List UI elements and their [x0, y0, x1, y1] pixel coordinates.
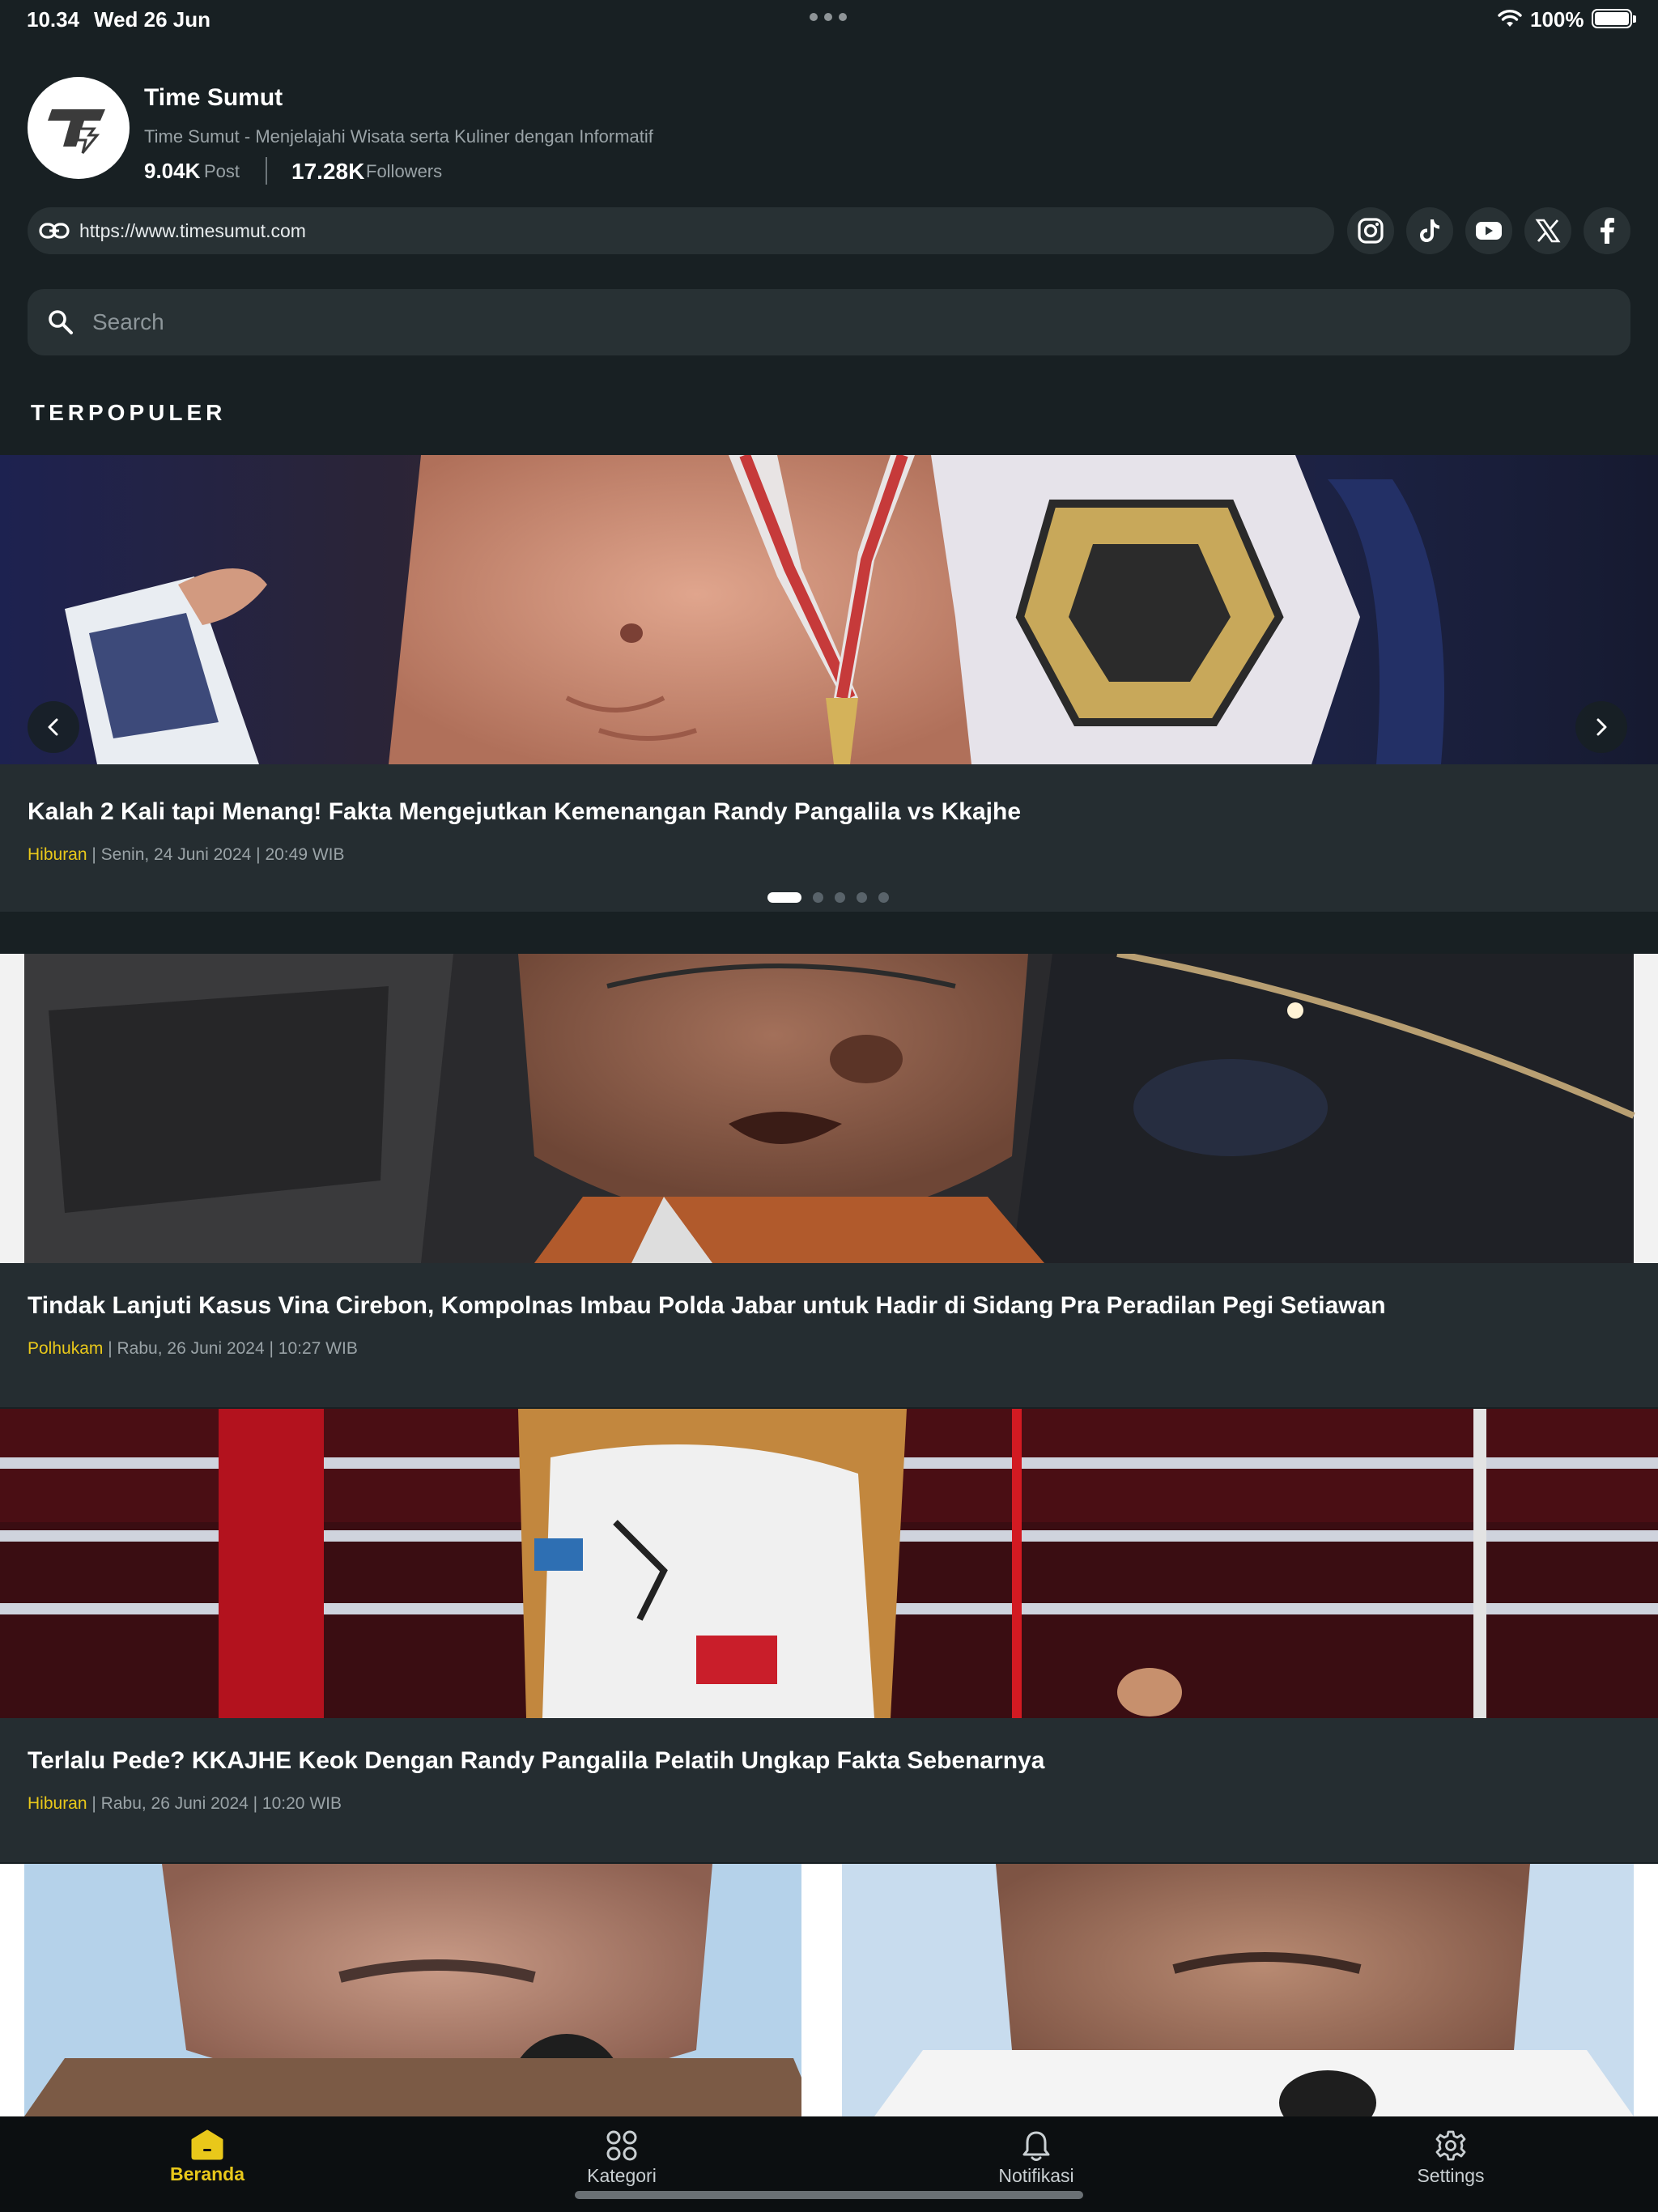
article-card[interactable]: Tindak Lanjuti Kasus Vina Cirebon, Kompo… — [0, 954, 1658, 1407]
tab-kategori[interactable]: Kategori — [541, 2129, 703, 2187]
home-indicator[interactable] — [575, 2191, 1083, 2199]
facebook-button[interactable] — [1584, 207, 1630, 254]
status-time: 10.34 — [27, 7, 80, 32]
channel-description: Time Sumut - Menjelajahi Wisata serta Ku… — [144, 126, 653, 147]
bell-icon — [1022, 2131, 1050, 2161]
carousel-dot[interactable] — [813, 892, 823, 903]
carousel-dot[interactable] — [835, 892, 845, 903]
home-icon — [191, 2129, 223, 2160]
article-category[interactable]: Polhukam — [28, 1339, 103, 1358]
channel-logo[interactable] — [28, 77, 130, 179]
article-image[interactable] — [0, 1409, 1658, 1718]
carousel-dot-active[interactable] — [767, 892, 801, 903]
instagram-button[interactable] — [1347, 207, 1394, 254]
status-date: Wed 26 Jun — [94, 7, 211, 32]
link-icon — [39, 223, 70, 239]
stats-divider — [266, 157, 267, 185]
instagram-icon — [1358, 218, 1384, 244]
featured-article-image[interactable] — [0, 455, 1658, 764]
section-title: TERPOPULER — [31, 400, 227, 425]
post-count: 9.04K — [144, 159, 201, 183]
carousel-prev-button[interactable] — [28, 701, 79, 753]
youtube-button[interactable] — [1465, 207, 1512, 254]
followers-count: 17.28K — [291, 159, 365, 184]
tab-notifikasi[interactable]: Notifikasi — [955, 2129, 1117, 2187]
article-category[interactable]: Hiburan — [28, 845, 87, 864]
article-title[interactable]: Tindak Lanjuti Kasus Vina Cirebon, Kompo… — [28, 1292, 1386, 1320]
tab-settings[interactable]: Settings — [1370, 2129, 1532, 2187]
chevron-left-icon — [48, 718, 58, 736]
featured-article-title[interactable]: Kalah 2 Kali tapi Menang! Fakta Mengejut… — [28, 798, 1021, 826]
website-link[interactable]: https://www.timesumut.com — [28, 207, 1334, 254]
article-title[interactable]: Terlalu Pede? KKAJHE Keok Dengan Randy P… — [28, 1747, 1044, 1775]
tab-label: Settings — [1417, 2165, 1485, 2186]
tab-beranda[interactable]: Beranda — [126, 2129, 288, 2185]
tab-label: Beranda — [169, 2163, 245, 2184]
status-bar: 10.34 Wed 26 Jun 100% — [0, 0, 1658, 39]
article-category[interactable]: Hiburan — [28, 1794, 87, 1813]
facebook-icon — [1601, 218, 1614, 244]
battery-icon — [1592, 9, 1636, 28]
category-grid-icon — [606, 2130, 637, 2161]
tab-label: Notifikasi — [998, 2165, 1074, 2186]
article-date: | Senin, 24 Juni 2024 | 20:49 WIB — [87, 845, 345, 864]
youtube-icon — [1476, 222, 1502, 240]
x-button[interactable] — [1524, 207, 1571, 254]
multitasking-dots-icon[interactable] — [810, 13, 848, 24]
article-image[interactable] — [0, 954, 1658, 1263]
website-url: https://www.timesumut.com — [79, 219, 306, 241]
tab-label: Kategori — [587, 2165, 657, 2186]
tiktok-icon — [1420, 219, 1439, 242]
gear-icon — [1435, 2130, 1466, 2161]
carousel-dot[interactable] — [857, 892, 867, 903]
article-meta: Polhukam | Rabu, 26 Juni 2024 | 10:27 WI… — [28, 1339, 358, 1359]
x-icon — [1535, 219, 1561, 243]
time-sumut-logo-icon — [48, 109, 105, 154]
followers-label: Followers — [366, 161, 443, 181]
featured-carousel[interactable]: Kalah 2 Kali tapi Menang! Fakta Mengejut… — [0, 455, 1658, 912]
article-meta: Hiburan | Rabu, 26 Juni 2024 | 10:20 WIB — [28, 1794, 342, 1814]
article-image[interactable] — [0, 1864, 1658, 2116]
search-input[interactable] — [92, 309, 1550, 335]
carousel-dot[interactable] — [878, 892, 889, 903]
channel-name: Time Sumut — [144, 84, 283, 111]
featured-article-meta: Hiburan | Senin, 24 Juni 2024 | 20:49 WI… — [28, 845, 345, 865]
search-icon — [49, 310, 73, 334]
carousel-next-button[interactable] — [1575, 701, 1627, 753]
chevron-right-icon — [1596, 718, 1607, 736]
search-bar[interactable] — [28, 289, 1630, 355]
article-card[interactable] — [0, 1864, 1658, 2116]
wifi-icon — [1498, 10, 1522, 27]
post-label: Post — [204, 161, 240, 181]
tiktok-button[interactable] — [1406, 207, 1453, 254]
article-date: | Rabu, 26 Juni 2024 | 10:27 WIB — [103, 1339, 358, 1358]
article-date: | Rabu, 26 Juni 2024 | 10:20 WIB — [87, 1794, 342, 1813]
battery-percentage: 100% — [1530, 7, 1584, 32]
carousel-pagination[interactable] — [767, 892, 889, 903]
article-card[interactable]: Terlalu Pede? KKAJHE Keok Dengan Randy P… — [0, 1409, 1658, 1862]
